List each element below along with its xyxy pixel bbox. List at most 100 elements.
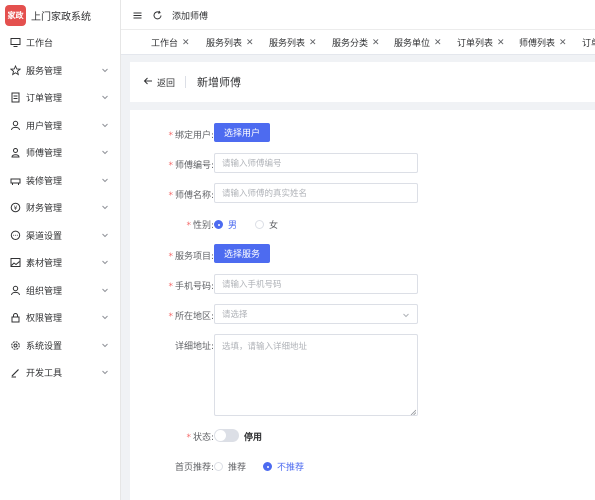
sidebar-item-system-settings[interactable]: 系统设置 [0, 332, 120, 359]
sidebar: 家政 上门家政系统 工作台 服务管理 订单管理 用户管理 师傅管理 装修管理 ¥… [0, 0, 121, 500]
close-icon[interactable]: ✕ [182, 38, 190, 48]
tab-worker-list[interactable]: 师傅列表 ✕ [519, 30, 567, 54]
status-switch[interactable] [214, 429, 239, 442]
sidebar-item-label: 工作台 [26, 39, 54, 49]
field-label: * 性别: [186, 221, 214, 231]
logo-area[interactable]: 家政 上门家政系统 [0, 0, 120, 30]
resize-handle-icon[interactable] [410, 408, 417, 418]
sidebar-item-orders[interactable]: 订单管理 [0, 84, 120, 111]
sidebar-item-label: 用户管理 [26, 122, 63, 132]
select-user-button[interactable]: 选择用户 [214, 123, 271, 142]
sidebar-item-dev-tools[interactable]: 开发工具 [0, 359, 120, 386]
tab-label: 服务分类 [332, 39, 369, 49]
required-mark: * [186, 433, 191, 443]
tab-label: 服务列表 [206, 39, 243, 49]
sidebar-item-workers[interactable]: 师傅管理 [0, 139, 120, 166]
lock-icon [10, 312, 21, 323]
tab-orders-truncated[interactable]: 订单 [582, 30, 595, 54]
chevron-down-icon [101, 121, 109, 129]
gender-male-radio[interactable]: 男 [214, 218, 237, 231]
logo-badge: 家政 [5, 4, 26, 26]
field-label: * 服务项目: [168, 252, 214, 262]
region-select[interactable]: 请选择 [214, 304, 418, 324]
close-icon[interactable]: ✕ [434, 38, 442, 48]
worker-no-input[interactable]: 请输入师傅编号 [214, 153, 418, 173]
required-mark: * [168, 312, 173, 322]
required-mark: * [168, 252, 173, 262]
tab-service-unit[interactable]: 服务单位 ✕ [394, 30, 442, 54]
svg-text:¥: ¥ [14, 205, 18, 212]
tab-label: 订单列表 [457, 39, 494, 49]
tab-service-list[interactable]: 服务列表 ✕ [206, 30, 254, 54]
sidebar-item-label: 装修管理 [26, 177, 63, 187]
sidebar-item-label: 系统设置 [26, 342, 63, 352]
homepage-not-recommend-radio[interactable]: 不推荐 [263, 460, 304, 473]
pen-icon [10, 367, 21, 378]
sofa-icon [10, 175, 21, 186]
tab-dashboard[interactable]: 工作台 ✕ [151, 30, 190, 54]
page-header-card: 返回 新增师傅 [130, 62, 595, 102]
chat-icon [10, 230, 21, 241]
worker-form: * 绑定用户: 选择用户 * 师傅编号: 请输入师傅编号 * 师傅名称: 请输入师傅的… [130, 110, 595, 500]
chevron-down-icon [402, 311, 410, 322]
sidebar-item-label: 师傅管理 [26, 149, 63, 159]
app-title: 上门家政系统 [31, 11, 91, 23]
field-label: * 状态: [186, 433, 214, 443]
tab-label: 服务列表 [269, 39, 306, 49]
field-label: * 手机号码: [168, 282, 214, 292]
radio-dot [214, 220, 223, 229]
star-icon [10, 65, 21, 76]
close-icon[interactable]: ✕ [497, 38, 505, 48]
chevron-down-icon [101, 93, 109, 101]
sidebar-item-renovation[interactable]: 装修管理 [0, 167, 120, 194]
back-label: 返回 [157, 79, 176, 89]
form-row-gender: * 性别: 男 女 [130, 213, 595, 233]
radio-dot [263, 462, 272, 471]
menu-toggle-icon[interactable] [131, 9, 143, 21]
field-label: 首页推荐: [174, 463, 214, 473]
sidebar-item-permissions[interactable]: 权限管理 [0, 304, 120, 331]
sidebar-item-channels[interactable]: 渠道设置 [0, 222, 120, 249]
person-icon [10, 285, 21, 296]
phone-input[interactable]: 请输入手机号码 [214, 274, 418, 294]
page-title: 新增师傅 [197, 76, 241, 89]
yen-circle-icon: ¥ [10, 202, 21, 213]
close-icon[interactable]: ✕ [559, 38, 567, 48]
breadcrumb: 添加师傅 [172, 12, 209, 22]
back-button[interactable]: 返回 [143, 76, 175, 89]
sidebar-item-finance[interactable]: ¥ 财务管理 [0, 194, 120, 221]
required-mark: * [168, 282, 173, 292]
chevron-down-icon [101, 203, 109, 211]
tab-service-list-2[interactable]: 服务列表 ✕ [269, 30, 317, 54]
close-icon[interactable]: ✕ [246, 38, 254, 48]
sidebar-item-organization[interactable]: 组织管理 [0, 277, 120, 304]
worker-name-input[interactable]: 请输入师傅的真实姓名 [214, 183, 418, 203]
sidebar-item-label: 渠道设置 [26, 232, 63, 242]
sidebar-item-label: 组织管理 [26, 287, 63, 297]
address-textarea[interactable]: 选填，请输入详细地址 [214, 334, 418, 416]
gear-icon [10, 340, 21, 351]
sidebar-item-users[interactable]: 用户管理 [0, 112, 120, 139]
gender-female-radio[interactable]: 女 [255, 218, 278, 231]
close-icon[interactable]: ✕ [309, 38, 317, 48]
sidebar-item-label: 开发工具 [26, 369, 63, 379]
sidebar-item-label: 权限管理 [26, 314, 63, 324]
tab-service-category[interactable]: 服务分类 ✕ [332, 30, 380, 54]
chevron-down-icon [101, 286, 109, 294]
field-label: * 师傅编号: [168, 161, 214, 171]
sidebar-item-materials[interactable]: 素材管理 [0, 249, 120, 276]
sidebar-item-services[interactable]: 服务管理 [0, 57, 120, 84]
status-text: 停用 [244, 433, 263, 443]
chevron-down-icon [101, 176, 109, 184]
sidebar-item-dashboard[interactable]: 工作台 [0, 29, 120, 56]
chevron-down-icon [101, 341, 109, 349]
tab-order-list[interactable]: 订单列表 ✕ [457, 30, 505, 54]
select-service-button[interactable]: 选择服务 [214, 244, 271, 263]
close-icon[interactable]: ✕ [372, 38, 380, 48]
tab-label: 工作台 [151, 39, 179, 49]
tab-label: 师傅列表 [519, 39, 556, 49]
region-placeholder: 请选择 [222, 310, 248, 320]
refresh-icon[interactable] [151, 9, 163, 21]
required-mark: * [168, 191, 173, 201]
homepage-recommend-radio[interactable]: 推荐 [214, 460, 246, 473]
